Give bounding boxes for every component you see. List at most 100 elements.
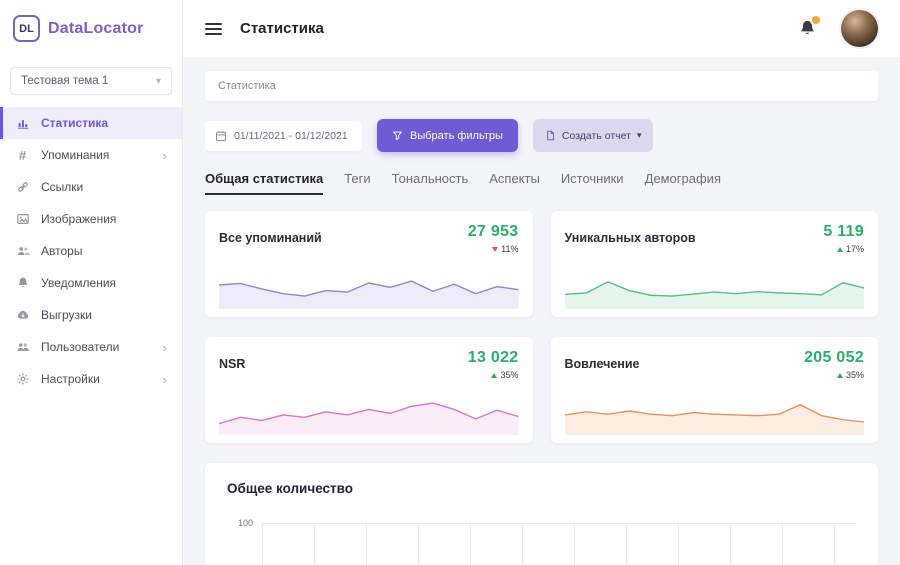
stat-card-nsr: NSR 13 022 35% [205, 337, 533, 443]
topic-selector-value: Тестовая тема 1 [21, 75, 108, 87]
stat-change-value: 17% [846, 244, 864, 254]
filter-toolbar: 01/11/2021 - 01/12/2021 Выбрать фильтры … [205, 119, 878, 152]
statistics-tabs: Общая статистика Теги Тональность Аспект… [205, 171, 878, 195]
sidebar-item-notifications[interactable]: Уведомления [0, 267, 182, 299]
hash-icon: # [15, 148, 30, 163]
chevron-right-icon: › [163, 341, 167, 354]
chart-title: Общее количество [227, 481, 856, 496]
trend-arrow-icon [837, 373, 843, 378]
date-range-input[interactable]: 01/11/2021 - 01/12/2021 [205, 121, 362, 151]
page-title: Статистика [240, 20, 324, 37]
stat-card-authors: Уникальных авторов 5 119 17% [551, 211, 879, 317]
chevron-down-icon: ▾ [156, 76, 161, 87]
tab-demography[interactable]: Демография [645, 171, 721, 195]
sidebar-item-exports[interactable]: Выгрузки [0, 299, 182, 331]
date-range-value: 01/11/2021 - 01/12/2021 [234, 130, 348, 142]
tab-general[interactable]: Общая статистика [205, 171, 323, 195]
image-icon [15, 212, 30, 226]
stat-change: 35% [468, 370, 519, 380]
calendar-icon [215, 130, 227, 142]
select-filters-button[interactable]: Выбрать фильтры [377, 119, 518, 152]
sidebar-item-users[interactable]: Пользователи › [0, 331, 182, 363]
stat-card-title: NSR [219, 357, 245, 371]
trend-arrow-icon [492, 247, 498, 252]
gear-icon [15, 372, 30, 386]
top-bar: Статистика [183, 0, 900, 57]
breadcrumb-label: Статистика [218, 80, 276, 92]
stat-cards-grid: Все упоминаний 27 953 11% Уникаль [205, 211, 878, 443]
funnel-icon [392, 130, 403, 141]
notification-badge [810, 14, 822, 26]
topbar-actions [798, 10, 878, 47]
sidebar-item-label: Изображения [41, 212, 116, 226]
select-filters-label: Выбрать фильтры [410, 130, 503, 142]
sparkline-chart [565, 391, 865, 435]
stat-change: 17% [823, 244, 864, 254]
sidebar-menu: Статистика # Упоминания › Ссылки Изображ… [0, 107, 182, 565]
sidebar-item-images[interactable]: Изображения [0, 203, 182, 235]
tab-tonality[interactable]: Тональность [392, 171, 469, 195]
stat-card-title: Вовлечение [565, 357, 640, 371]
stat-change-value: 11% [501, 244, 518, 254]
breadcrumb: Статистика [205, 71, 878, 101]
stat-card-mentions: Все упоминаний 27 953 11% [205, 211, 533, 317]
sidebar-item-settings[interactable]: Настройки › [0, 363, 182, 395]
chevron-right-icon: › [163, 373, 167, 386]
bar-chart-icon [15, 116, 30, 130]
tab-tags[interactable]: Теги [344, 171, 370, 195]
stat-change-value: 35% [500, 370, 518, 380]
sparkline-chart [219, 265, 519, 309]
sidebar-item-label: Настройки [41, 372, 100, 386]
sidebar-item-label: Пользователи [41, 340, 119, 354]
brand-logo[interactable]: DL DataLocator [0, 0, 182, 57]
sidebar: DL DataLocator Тестовая тема 1 ▾ Статист… [0, 0, 183, 565]
tab-aspects[interactable]: Аспекты [489, 171, 540, 195]
sparkline-chart [219, 391, 519, 435]
users-icon [15, 340, 30, 354]
total-count-chart-card: Общее количество 100 [205, 463, 878, 565]
content-area: Статистика 01/11/2021 - 01/12/2021 Выбра… [183, 57, 900, 565]
sidebar-item-label: Авторы [41, 244, 82, 258]
report-doc-icon [545, 130, 556, 141]
stat-value: 205 052 [804, 349, 864, 367]
notifications-bell-icon[interactable] [798, 19, 817, 38]
sidebar-item-label: Выгрузки [41, 308, 92, 322]
y-axis-tick: 100 [227, 518, 253, 528]
stat-change: 35% [804, 370, 864, 380]
sparkline-chart [565, 265, 865, 309]
cloud-download-icon [15, 308, 30, 322]
stat-value: 13 022 [468, 349, 519, 367]
chart-axis-row: 100 [227, 523, 856, 565]
avatar[interactable] [841, 10, 878, 47]
tab-sources[interactable]: Источники [561, 171, 624, 195]
stat-card-title: Все упоминаний [219, 231, 322, 245]
create-report-label: Создать отчет [562, 130, 631, 142]
trend-arrow-icon [491, 373, 497, 378]
chart-grid [262, 523, 856, 565]
sidebar-item-authors[interactable]: Авторы [0, 235, 182, 267]
trend-arrow-icon [837, 247, 843, 252]
menu-toggle-icon[interactable] [205, 19, 222, 39]
sidebar-item-label: Ссылки [41, 180, 83, 194]
people-icon [15, 244, 30, 258]
stat-value: 5 119 [823, 223, 864, 241]
stat-change-value: 35% [846, 370, 864, 380]
topic-selector[interactable]: Тестовая тема 1 ▾ [10, 67, 172, 95]
sidebar-item-statistics[interactable]: Статистика [0, 107, 182, 139]
sidebar-item-label: Уведомления [41, 276, 116, 290]
sidebar-item-label: Упоминания [41, 148, 109, 162]
brand-name: DataLocator [48, 20, 144, 38]
sidebar-item-mentions[interactable]: # Упоминания › [0, 139, 182, 171]
create-report-button[interactable]: Создать отчет ▾ [533, 119, 654, 152]
app-window: DL DataLocator Тестовая тема 1 ▾ Статист… [0, 0, 900, 565]
bell-icon [15, 276, 30, 290]
sidebar-item-links[interactable]: Ссылки [0, 171, 182, 203]
stat-value: 27 953 [468, 223, 519, 241]
main-area: Статистика Статистика 01/11/2021 - 01/12… [183, 0, 900, 565]
link-icon [15, 180, 30, 194]
caret-down-icon: ▾ [637, 130, 642, 141]
stat-card-engagement: Вовлечение 205 052 35% [551, 337, 879, 443]
logo-icon: DL [13, 15, 40, 42]
chevron-right-icon: › [163, 149, 167, 162]
stat-change: 11% [468, 244, 519, 254]
